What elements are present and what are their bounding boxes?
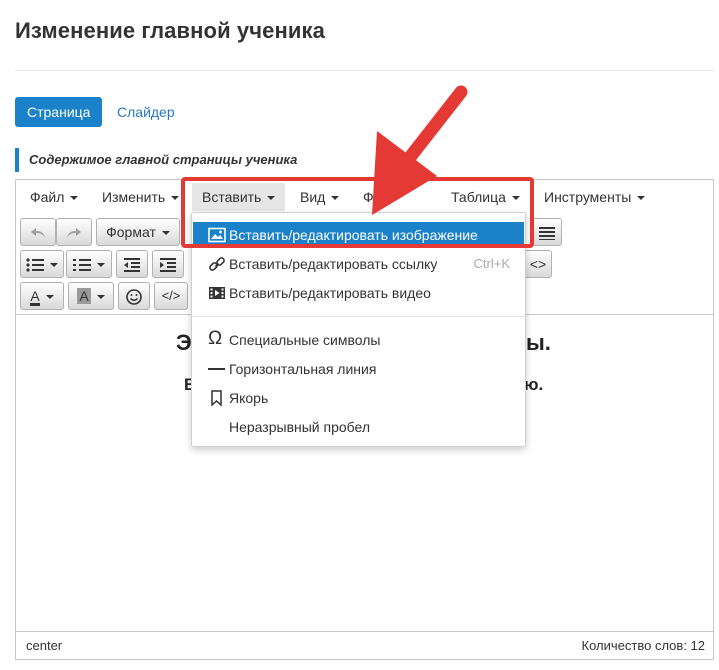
redo-button[interactable] [56,218,92,246]
anchor-item[interactable]: Якорь [193,385,524,411]
insert-link-item[interactable]: Вставить/редактировать ссылку Ctrl+K [193,251,524,277]
divider [15,70,714,71]
element-path[interactable]: center [26,632,62,660]
menu-separator [192,316,525,317]
menu-tools-label: Инструменты [544,189,632,205]
special-characters-item[interactable]: Ω Специальные символы [193,327,524,353]
tab-page[interactable]: Страница [15,97,103,127]
menu-table[interactable]: Таблица [441,183,530,211]
insert-link-label: Вставить/редактировать ссылку [229,256,438,272]
word-count: Количество слов: 12 [581,638,705,653]
undo-icon [31,228,45,239]
insert-image-label: Вставить/редактировать изображение [229,227,478,243]
outdent-button[interactable] [116,250,148,278]
source-code-button[interactable]: <> [524,250,552,278]
menu-view-label: Вид [300,189,326,205]
tab-slider[interactable]: Слайдер [105,97,187,127]
link-icon [209,257,225,271]
menu-insert-label: Вставить [202,189,262,205]
content-heading-fragment-right: ы. [526,330,551,355]
undo-button[interactable] [20,218,56,246]
special-characters-label: Специальные символы [229,332,381,348]
menu-file-label: Файл [30,189,65,205]
source-code-label: <> [529,256,547,272]
insert-video-item[interactable]: Вставить/редактировать видео [193,280,524,306]
menu-edit[interactable]: Изменить [92,183,189,211]
menu-table-label: Таблица [451,189,506,205]
content-line-fragment-right: ю. [524,375,544,394]
horizontal-line-item[interactable]: Горизонтальная линия [193,356,524,382]
bullet-list-button[interactable] [20,250,64,278]
chevron-down-icon [96,295,105,300]
chevron-down-icon [70,196,79,201]
menu-format[interactable]: Фо [353,183,391,211]
video-icon [209,287,225,299]
chevron-down-icon [161,231,170,236]
align-justify-button[interactable] [532,218,562,246]
menu-file[interactable]: Файл [20,183,88,211]
editor-menubar: Файл Изменить Вставить Вид Фо Таблица Ин… [16,180,713,214]
indent-icon [160,258,176,273]
insert-link-shortcut: Ctrl+K [473,256,510,271]
background-color-button[interactable]: A [68,282,114,310]
emoticons-button[interactable] [118,282,150,310]
menu-insert[interactable]: Вставить [192,183,286,211]
insert-image-item[interactable]: Вставить/редактировать изображение [193,222,524,248]
format-dropdown[interactable]: Формат [96,218,180,246]
chevron-down-icon [267,196,276,201]
chevron-down-icon [637,196,646,201]
chevron-down-icon [331,196,340,201]
bookmark-icon [211,390,222,406]
menu-view[interactable]: Вид [290,183,349,211]
menu-edit-label: Изменить [102,189,166,205]
outdent-icon [124,258,140,273]
indent-button[interactable] [152,250,184,278]
insert-video-label: Вставить/редактировать видео [229,285,431,301]
format-label: Формат [106,224,156,240]
smiley-icon [126,289,142,306]
background-color-icon: A [77,288,91,304]
horizontal-line-icon [208,368,225,370]
nonbreaking-space-label: Неразрывный пробел [229,419,371,435]
page-title: Изменение главной ученика [15,18,325,43]
chevron-down-icon [45,295,54,300]
insert-menu-dropdown: Вставить/редактировать изображение Встав… [191,212,526,447]
text-color-icon: A [30,288,40,306]
redo-icon [67,228,81,239]
omega-icon: Ω [208,328,223,349]
chevron-down-icon [97,263,105,268]
chevron-down-icon [171,196,180,201]
content-heading-fragment-left: Э [176,330,192,355]
horizontal-line-label: Горизонтальная линия [229,361,377,377]
align-justify-icon [539,227,555,241]
editor-statusbar: center Количество слов: 12 [16,631,713,659]
menu-tools[interactable]: Инструменты [534,183,655,211]
numbered-list-icon [73,259,91,272]
anchor-label: Якорь [229,390,269,406]
code-sample-button[interactable]: </> [154,282,188,310]
section-label: Содержимое главной страницы ученика [15,148,297,172]
text-color-button[interactable]: A [20,282,64,310]
menu-format-label: Фо [363,189,382,205]
bullet-list-icon [26,258,44,272]
image-icon [208,227,226,243]
chevron-down-icon [511,196,520,201]
code-icon: </> [161,288,181,303]
numbered-list-button[interactable] [66,250,112,278]
chevron-down-icon [50,263,58,268]
nonbreaking-space-item[interactable]: Неразрывный пробел [193,414,524,440]
